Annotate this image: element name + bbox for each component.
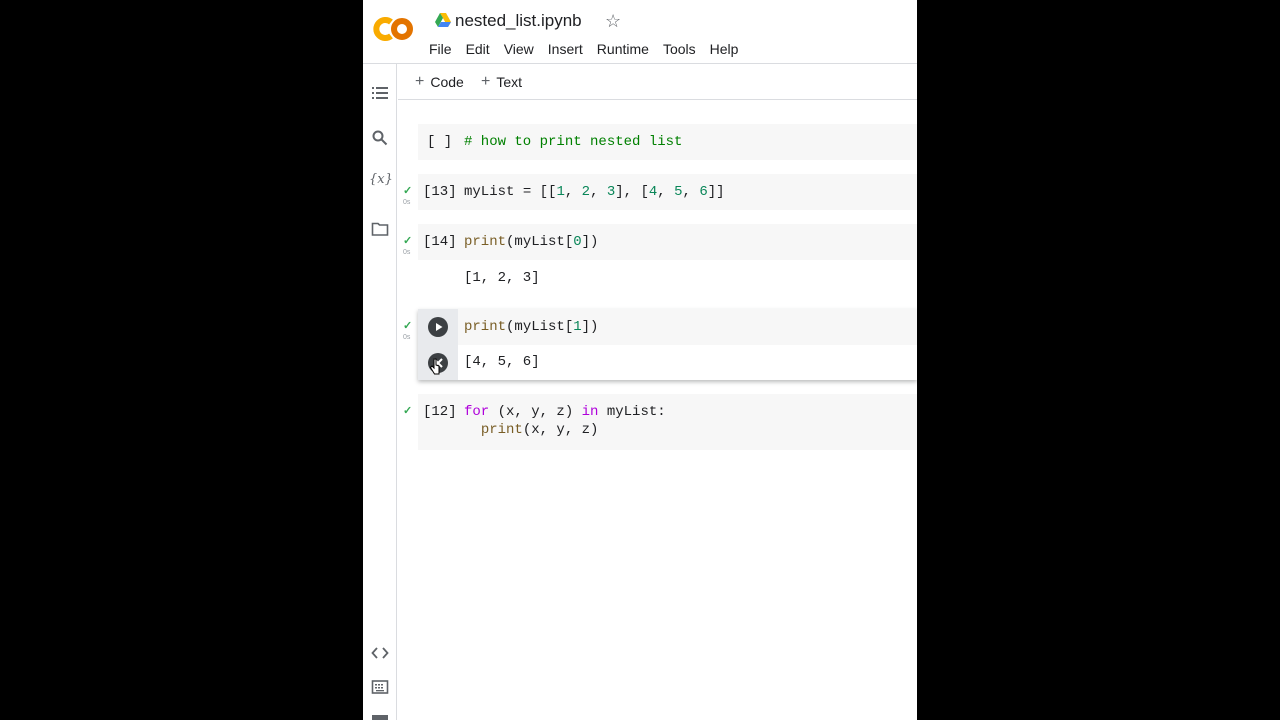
- mouse-cursor-icon: [429, 358, 440, 375]
- terminal-icon[interactable]: [371, 678, 389, 696]
- cell-output: [1, 2, 3]: [464, 270, 540, 286]
- code-token: myList:: [598, 404, 666, 420]
- success-check-icon: ✓: [403, 320, 413, 332]
- menu-insert[interactable]: Insert: [548, 40, 583, 58]
- code-token: ]): [581, 319, 599, 335]
- code-cell[interactable]: [13] myList = [[1, 2, 3], [4, 5, 6]]: [418, 174, 917, 210]
- search-icon[interactable]: [371, 129, 389, 147]
- menu-view[interactable]: View: [504, 40, 534, 58]
- run-time: 0s: [403, 249, 411, 256]
- success-check-icon: ✓: [403, 405, 413, 417]
- menu-tools[interactable]: Tools: [663, 40, 696, 58]
- menu-bar: File Edit View Insert Runtime Tools Help: [429, 40, 752, 58]
- menu-edit[interactable]: Edit: [466, 40, 490, 58]
- code-number: 6: [699, 184, 708, 200]
- notebook-title[interactable]: nested_list.ipynb: [455, 10, 582, 32]
- active-code-cell[interactable]: print(myList[1]) [4, 5, 6]: [418, 309, 917, 380]
- sidebar-bottom-icon[interactable]: [372, 715, 388, 720]
- files-icon[interactable]: [371, 220, 389, 238]
- code-token: (x, y, z): [489, 404, 582, 420]
- code-token: myList: [464, 184, 515, 200]
- menu-file[interactable]: File: [429, 40, 452, 58]
- run-time: 0s: [403, 199, 411, 206]
- cell-code-line[interactable]: for (x, y, z) in myList:: [464, 404, 666, 420]
- code-snippets-icon[interactable]: [371, 644, 389, 662]
- code-number: 5: [674, 184, 683, 200]
- plus-icon: +: [481, 73, 491, 90]
- execution-count: [12]: [423, 404, 457, 420]
- code-function: print: [464, 234, 507, 250]
- execution-count: [13]: [423, 184, 457, 200]
- table-of-contents-icon[interactable]: [371, 84, 389, 102]
- code-function: print: [464, 319, 507, 335]
- run-time: 0s: [403, 334, 411, 341]
- success-check-icon: ✓: [403, 235, 413, 247]
- google-drive-icon: [435, 13, 451, 27]
- code-token: (myList[: [506, 234, 574, 250]
- code-token: (x, y, z): [522, 422, 599, 438]
- code-token: (myList[: [506, 319, 574, 335]
- code-token: ], [: [615, 184, 649, 200]
- success-check-icon: ✓: [403, 185, 413, 197]
- add-code-cell-button[interactable]: + Code: [415, 73, 464, 91]
- colab-logo-icon[interactable]: [373, 14, 415, 44]
- code-number: 1: [573, 319, 582, 335]
- code-cell[interactable]: [12] for (x, y, z) in myList: print(x, y…: [418, 394, 917, 450]
- code-token: ]): [581, 234, 599, 250]
- star-icon[interactable]: ☆: [605, 10, 621, 32]
- code-keyword: in: [581, 404, 599, 420]
- cell-code[interactable]: # how to print nested list: [464, 134, 682, 150]
- add-text-cell-button[interactable]: + Text: [481, 73, 522, 91]
- code-number: 2: [581, 184, 591, 200]
- cell-code[interactable]: print(myList[1]): [464, 319, 598, 335]
- code-function: print: [480, 422, 523, 438]
- header: nested_list.ipynb ☆ File Edit View Inser…: [363, 0, 917, 64]
- code-token: = [[: [514, 184, 557, 200]
- execution-count: [14]: [423, 234, 457, 250]
- menu-help[interactable]: Help: [710, 40, 739, 58]
- cell-code[interactable]: myList = [[1, 2, 3], [4, 5, 6]]: [464, 184, 725, 200]
- cell-code-line[interactable]: print(x, y, z): [464, 422, 599, 438]
- cell-output: [4, 5, 6]: [464, 354, 540, 370]
- code-keyword: for: [464, 404, 490, 420]
- code-token: ,: [682, 184, 700, 200]
- code-token: ,: [590, 184, 607, 200]
- code-cell[interactable]: [14] print(myList[0]): [418, 224, 917, 260]
- menu-runtime[interactable]: Runtime: [597, 40, 649, 58]
- code-token: ,: [657, 184, 675, 200]
- code-number: 1: [556, 184, 565, 200]
- code-cell[interactable]: [ ] # how to print nested list: [418, 124, 917, 160]
- run-cell-icon[interactable]: [428, 317, 448, 337]
- variables-icon[interactable]: {x}: [369, 172, 393, 190]
- execution-count: [ ]: [427, 134, 453, 150]
- code-token: ]]: [707, 184, 725, 200]
- add-code-label: Code: [430, 74, 464, 90]
- plus-icon: +: [415, 73, 425, 90]
- code-token: ,: [564, 184, 582, 200]
- cell-code[interactable]: print(myList[0]): [464, 234, 598, 250]
- colab-window: nested_list.ipynb ☆ File Edit View Inser…: [363, 0, 917, 720]
- add-text-label: Text: [496, 74, 523, 90]
- left-sidebar: {x}: [363, 64, 397, 720]
- code-number: 0: [573, 234, 582, 250]
- cell-toolbar: + Code + Text: [398, 64, 917, 100]
